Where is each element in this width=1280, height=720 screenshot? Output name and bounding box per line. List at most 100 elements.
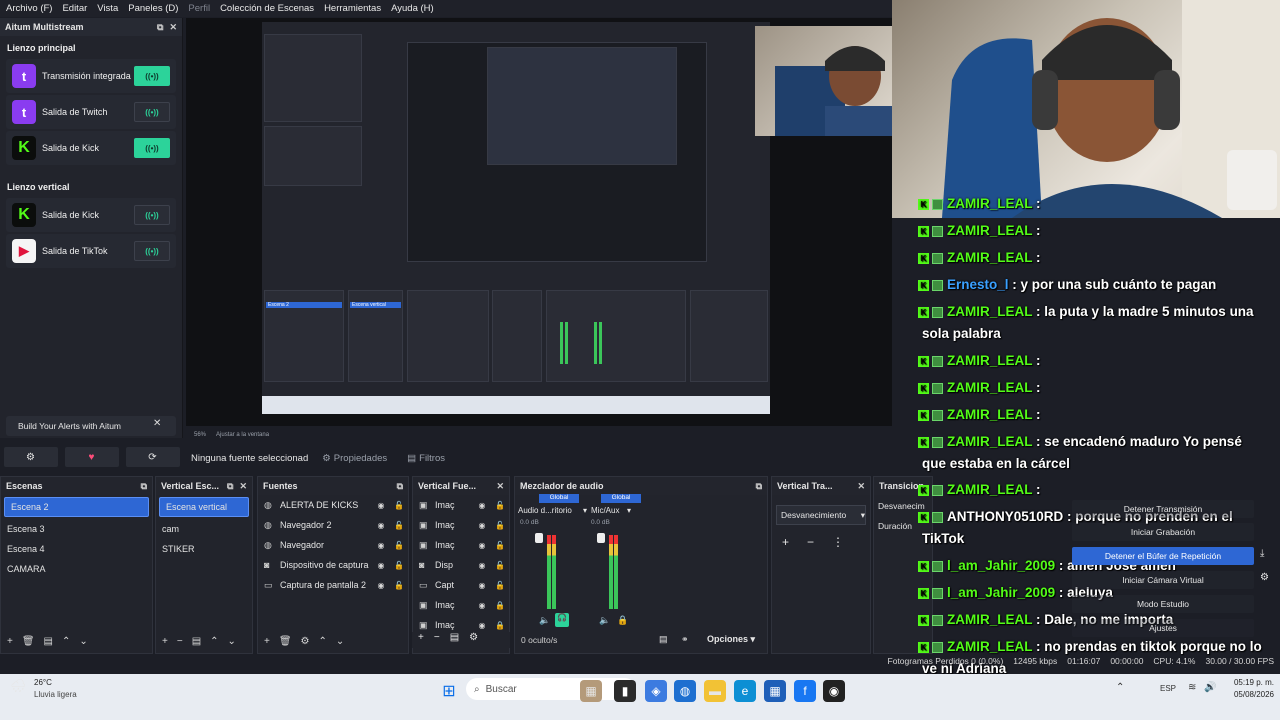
unlock-icon[interactable]: 🔓: [390, 541, 408, 550]
float-icon[interactable]: ⧉: [397, 481, 403, 491]
down-icon[interactable]: ⌄: [79, 636, 87, 647]
eye-icon[interactable]: ◉: [372, 541, 390, 550]
eye-icon[interactable]: ◉: [473, 501, 491, 510]
store-icon[interactable]: ▦: [764, 680, 786, 702]
file-explorer-icon[interactable]: ▬: [704, 680, 726, 702]
vertical-source-item[interactable]: ▣ Imaç ◉ 🔓: [413, 495, 509, 515]
studio-mode-button[interactable]: Modo Estudio: [1072, 595, 1254, 613]
eye-icon[interactable]: ◉: [473, 621, 491, 630]
dropdown-arrow-icon[interactable]: ▾: [583, 506, 587, 515]
scene-item[interactable]: Escena 3: [1, 519, 152, 539]
layout-icon[interactable]: ▤: [659, 634, 668, 645]
unlock-icon[interactable]: 🔓: [491, 561, 509, 570]
vertical-scene-item[interactable]: Escena vertical: [159, 497, 249, 517]
vertical-scene-item[interactable]: cam: [156, 519, 252, 539]
start-recording-button[interactable]: Iniciar Grabación: [1072, 523, 1254, 541]
scene-item[interactable]: Escena 2: [4, 497, 149, 517]
filter-icon[interactable]: ▤: [192, 636, 201, 647]
obs-icon[interactable]: ◉: [823, 680, 845, 702]
eye-icon[interactable]: ◉: [372, 581, 390, 590]
filters-button[interactable]: ▤ Filtros: [401, 451, 451, 466]
zoom-level[interactable]: 56%: [194, 432, 206, 438]
wifi-icon[interactable]: ≋: [1188, 682, 1196, 693]
gear-icon[interactable]: ⚙: [469, 632, 478, 648]
chevron-up-icon[interactable]: ⌃: [1116, 682, 1124, 693]
eye-icon[interactable]: ◉: [473, 561, 491, 570]
unlock-icon[interactable]: 🔓: [491, 541, 509, 550]
filter-icon[interactable]: ▤: [450, 632, 459, 648]
channel-name[interactable]: Mic/Aux: [591, 506, 619, 515]
menu-paneles[interactable]: Paneles (D): [128, 3, 178, 14]
lock-icon[interactable]: 🔒: [491, 601, 509, 610]
dropdown-arrow-icon[interactable]: ▾: [627, 506, 631, 515]
eye-icon[interactable]: ◉: [473, 541, 491, 550]
up-icon[interactable]: ⌃: [210, 636, 218, 647]
remove-icon[interactable]: −: [434, 632, 440, 648]
trash-icon[interactable]: 🗑: [279, 636, 292, 647]
add-icon[interactable]: +: [418, 632, 424, 648]
stream-toggle-button[interactable]: ((•)): [134, 102, 170, 122]
unlock-icon[interactable]: 🔓: [491, 501, 509, 510]
menu-perfil[interactable]: Perfil: [188, 3, 210, 14]
link-icon[interactable]: ⚭: [681, 634, 689, 645]
remove-icon[interactable]: −: [177, 636, 183, 647]
stop-replay-buffer-button[interactable]: Detener el Búfer de Repetición: [1072, 547, 1254, 565]
down-icon[interactable]: ⌄: [336, 636, 344, 647]
properties-button[interactable]: ⚙ Propiedades: [316, 451, 393, 466]
stream-toggle-button[interactable]: ((•)): [134, 205, 170, 225]
channel-name[interactable]: Audio d...ritorio: [518, 506, 572, 515]
vertical-source-item[interactable]: ▣ Imaç ◉ 🔒: [413, 595, 509, 615]
menu-vista[interactable]: Vista: [97, 3, 118, 14]
up-icon[interactable]: ⌃: [62, 636, 70, 647]
close-icon[interactable]: ✕: [169, 22, 177, 32]
menu-herramientas[interactable]: Herramientas: [324, 3, 381, 14]
facebook-icon[interactable]: f: [794, 680, 816, 702]
fit-window-button[interactable]: Ajustar a la ventana: [216, 432, 269, 438]
menu-ayuda[interactable]: Ayuda (H): [391, 3, 434, 14]
close-icon[interactable]: ✕: [153, 418, 161, 429]
eye-icon[interactable]: ◉: [473, 601, 491, 610]
float-icon[interactable]: ⧉: [756, 481, 762, 491]
refresh-icon[interactable]: ⟳: [125, 447, 180, 467]
virtual-camera-button[interactable]: Iniciar Cámara Virtual: [1072, 571, 1254, 589]
vertical-source-item[interactable]: ◙ Disp ◉ 🔓: [413, 555, 509, 575]
close-icon[interactable]: ✕: [239, 481, 247, 491]
app-icon[interactable]: ▦: [580, 680, 602, 702]
eye-icon[interactable]: ◉: [372, 501, 390, 510]
source-item[interactable]: ◍ ALERTA DE KICKS ◉ 🔓: [258, 495, 408, 515]
copilot-icon[interactable]: ◈: [645, 680, 667, 702]
options-button[interactable]: Opciones ▾: [707, 634, 755, 645]
unlock-icon[interactable]: 🔓: [390, 561, 408, 570]
gear-icon[interactable]: ⚙: [301, 636, 310, 647]
eye-icon[interactable]: ◉: [372, 521, 390, 530]
unlock-icon[interactable]: 🔓: [390, 521, 408, 530]
up-icon[interactable]: ⌃: [319, 636, 327, 647]
download-icon[interactable]: ⤓: [1260, 548, 1264, 559]
close-icon[interactable]: ✕: [857, 481, 865, 491]
weather-icon[interactable]: 🌧: [10, 678, 27, 694]
language-indicator[interactable]: ESP: [1160, 684, 1176, 693]
volume-slider-handle[interactable]: [535, 533, 543, 543]
edge-dev-icon[interactable]: ◍: [674, 680, 696, 702]
preview-canvas[interactable]: Escena 2 Escena vertical: [262, 22, 770, 414]
clock[interactable]: 05:19 p. m.: [1224, 678, 1274, 687]
taskbar-search[interactable]: ⌕ Buscar: [466, 678, 636, 700]
eye-icon[interactable]: ◉: [372, 561, 390, 570]
speaker-icon[interactable]: 🔈: [539, 615, 550, 626]
transition-select[interactable]: Desvanecimiento ▾: [776, 505, 866, 525]
filter-icon[interactable]: ▤: [44, 636, 53, 647]
windows-start-icon[interactable]: ⊞: [438, 680, 460, 702]
stream-toggle-button[interactable]: ((•)): [134, 241, 170, 261]
vertical-source-item[interactable]: ▣ Imaç ◉ 🔓: [413, 535, 509, 555]
menu-editar[interactable]: Editar: [62, 3, 87, 14]
stop-stream-button[interactable]: Detener Transmisión: [1072, 500, 1254, 518]
menu-coleccion[interactable]: Colección de Escenas: [220, 3, 314, 14]
stream-toggle-button[interactable]: ((•)): [134, 66, 170, 86]
unlock-icon[interactable]: 🔓: [491, 521, 509, 530]
source-item[interactable]: ▭ Captura de pantalla 2 ◉ 🔓: [258, 575, 408, 595]
scene-item[interactable]: CAMARA: [1, 559, 152, 579]
down-icon[interactable]: ⌄: [228, 636, 236, 647]
stream-toggle-button[interactable]: ((•)): [134, 138, 170, 158]
heart-icon[interactable]: ♥: [64, 447, 119, 467]
add-icon[interactable]: +: [162, 636, 168, 647]
